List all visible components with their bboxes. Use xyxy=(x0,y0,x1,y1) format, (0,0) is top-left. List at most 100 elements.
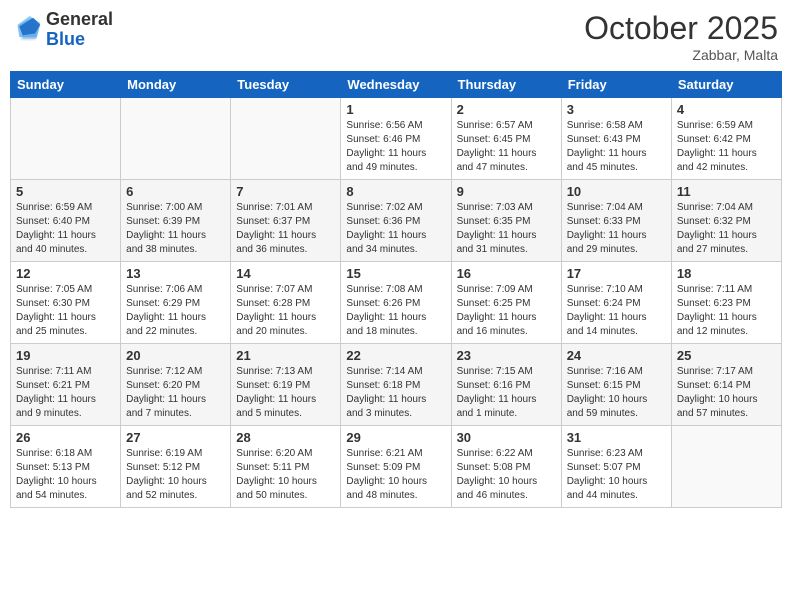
calendar-cell: 21 Sunrise: 7:13 AM Sunset: 6:19 PM Dayli… xyxy=(231,344,341,426)
page-header: General Blue October 2025 Zabbar, Malta xyxy=(10,10,782,63)
calendar-cell: 3Sunrise: 6:58 AM Sunset: 6:43 PM Daylig… xyxy=(561,98,671,180)
calendar-cell: 23 Sunrise: 7:15 AM Sunset: 6:16 PM Dayli… xyxy=(451,344,561,426)
day-number: 5 xyxy=(16,184,115,199)
column-header-thursday: Thursday xyxy=(451,72,561,98)
calendar-cell: 28Sunrise: 6:20 AM Sunset: 5:11 PM Dayli… xyxy=(231,426,341,508)
calendar-week-row: 26Sunrise: 6:18 AM Sunset: 5:13 PM Dayli… xyxy=(11,426,782,508)
calendar-cell: 16 Sunrise: 7:09 AM Sunset: 6:25 PM Dayli… xyxy=(451,262,561,344)
day-info: Sunrise: 7:02 AM Sunset: 6:36 PM Dayligh… xyxy=(346,201,445,257)
column-header-wednesday: Wednesday xyxy=(341,72,451,98)
day-number: 6 xyxy=(126,184,225,199)
day-number: 3 xyxy=(567,102,666,117)
day-number: 24 xyxy=(567,348,666,363)
day-info: Sunrise: 7:09 AM Sunset: 6:25 PM Dayligh… xyxy=(457,283,556,339)
calendar-cell: 19 Sunrise: 7:11 AM Sunset: 6:21 PM Dayli… xyxy=(11,344,121,426)
day-number: 19 xyxy=(16,348,115,363)
title-block: October 2025 Zabbar, Malta xyxy=(584,10,778,63)
day-info: Sunrise: 6:59 AM Sunset: 6:42 PM Dayligh… xyxy=(677,119,776,175)
day-info: Sunrise: 6:23 AM Sunset: 5:07 PM Dayligh… xyxy=(567,447,666,503)
day-number: 8 xyxy=(346,184,445,199)
column-header-friday: Friday xyxy=(561,72,671,98)
day-info: Sunrise: 7:12 AM Sunset: 6:20 PM Dayligh… xyxy=(126,365,225,421)
day-info: Sunrise: 7:13 AM Sunset: 6:19 PM Dayligh… xyxy=(236,365,335,421)
calendar-cell: 10 Sunrise: 7:04 AM Sunset: 6:33 PM Dayli… xyxy=(561,180,671,262)
day-number: 16 xyxy=(457,266,556,281)
day-info: Sunrise: 6:21 AM Sunset: 5:09 PM Dayligh… xyxy=(346,447,445,503)
day-info: Sunrise: 6:20 AM Sunset: 5:11 PM Dayligh… xyxy=(236,447,335,503)
logo: General Blue xyxy=(14,10,113,50)
calendar-week-row: 19 Sunrise: 7:11 AM Sunset: 6:21 PM Dayli… xyxy=(11,344,782,426)
day-number: 13 xyxy=(126,266,225,281)
day-number: 7 xyxy=(236,184,335,199)
column-header-sunday: Sunday xyxy=(11,72,121,98)
day-info: Sunrise: 6:22 AM Sunset: 5:08 PM Dayligh… xyxy=(457,447,556,503)
logo-icon xyxy=(14,16,42,44)
day-number: 14 xyxy=(236,266,335,281)
day-info: Sunrise: 7:14 AM Sunset: 6:18 PM Dayligh… xyxy=(346,365,445,421)
calendar-cell: 25 Sunrise: 7:17 AM Sunset: 6:14 PM Dayli… xyxy=(671,344,781,426)
calendar-cell: 13 Sunrise: 7:06 AM Sunset: 6:29 PM Dayli… xyxy=(121,262,231,344)
calendar-cell xyxy=(231,98,341,180)
day-number: 15 xyxy=(346,266,445,281)
day-number: 29 xyxy=(346,430,445,445)
location-subtitle: Zabbar, Malta xyxy=(584,47,778,63)
day-info: Sunrise: 7:04 AM Sunset: 6:33 PM Dayligh… xyxy=(567,201,666,257)
day-number: 1 xyxy=(346,102,445,117)
day-number: 31 xyxy=(567,430,666,445)
logo-blue: Blue xyxy=(46,29,85,49)
calendar-cell: 31 Sunrise: 6:23 AM Sunset: 5:07 PM Dayli… xyxy=(561,426,671,508)
day-number: 25 xyxy=(677,348,776,363)
day-info: Sunrise: 7:08 AM Sunset: 6:26 PM Dayligh… xyxy=(346,283,445,339)
day-info: Sunrise: 6:56 AM Sunset: 6:46 PM Dayligh… xyxy=(346,119,445,175)
calendar-cell: 7 Sunrise: 7:01 AM Sunset: 6:37 PM Daylig… xyxy=(231,180,341,262)
day-info: Sunrise: 7:15 AM Sunset: 6:16 PM Dayligh… xyxy=(457,365,556,421)
day-number: 17 xyxy=(567,266,666,281)
day-number: 26 xyxy=(16,430,115,445)
day-number: 23 xyxy=(457,348,556,363)
calendar-cell: 27 Sunrise: 6:19 AM Sunset: 5:12 PM Dayli… xyxy=(121,426,231,508)
day-info: Sunrise: 7:06 AM Sunset: 6:29 PM Dayligh… xyxy=(126,283,225,339)
calendar-cell: 9Sunrise: 7:03 AM Sunset: 6:35 PM Daylig… xyxy=(451,180,561,262)
calendar-cell: 4 Sunrise: 6:59 AM Sunset: 6:42 PM Daylig… xyxy=(671,98,781,180)
day-number: 21 xyxy=(236,348,335,363)
day-number: 12 xyxy=(16,266,115,281)
day-number: 27 xyxy=(126,430,225,445)
calendar-cell: 26Sunrise: 6:18 AM Sunset: 5:13 PM Dayli… xyxy=(11,426,121,508)
day-number: 10 xyxy=(567,184,666,199)
calendar-cell: 18Sunrise: 7:11 AM Sunset: 6:23 PM Dayli… xyxy=(671,262,781,344)
day-info: Sunrise: 7:11 AM Sunset: 6:23 PM Dayligh… xyxy=(677,283,776,339)
month-title: October 2025 xyxy=(584,10,778,47)
calendar-cell: 6Sunrise: 7:00 AM Sunset: 6:39 PM Daylig… xyxy=(121,180,231,262)
day-number: 11 xyxy=(677,184,776,199)
logo-general: General xyxy=(46,9,113,29)
calendar-cell: 15 Sunrise: 7:08 AM Sunset: 6:26 PM Dayli… xyxy=(341,262,451,344)
calendar-cell: 22Sunrise: 7:14 AM Sunset: 6:18 PM Dayli… xyxy=(341,344,451,426)
calendar-cell: 5 Sunrise: 6:59 AM Sunset: 6:40 PM Daylig… xyxy=(11,180,121,262)
calendar-cell: 2Sunrise: 6:57 AM Sunset: 6:45 PM Daylig… xyxy=(451,98,561,180)
day-info: Sunrise: 7:07 AM Sunset: 6:28 PM Dayligh… xyxy=(236,283,335,339)
calendar-cell: 14 Sunrise: 7:07 AM Sunset: 6:28 PM Dayli… xyxy=(231,262,341,344)
day-info: Sunrise: 6:59 AM Sunset: 6:40 PM Dayligh… xyxy=(16,201,115,257)
day-info: Sunrise: 7:17 AM Sunset: 6:14 PM Dayligh… xyxy=(677,365,776,421)
day-info: Sunrise: 7:03 AM Sunset: 6:35 PM Dayligh… xyxy=(457,201,556,257)
calendar-week-row: 1 Sunrise: 6:56 AM Sunset: 6:46 PM Daylig… xyxy=(11,98,782,180)
calendar-cell: 17Sunrise: 7:10 AM Sunset: 6:24 PM Dayli… xyxy=(561,262,671,344)
calendar-cell xyxy=(671,426,781,508)
column-header-monday: Monday xyxy=(121,72,231,98)
calendar-cell: 24Sunrise: 7:16 AM Sunset: 6:15 PM Dayli… xyxy=(561,344,671,426)
day-number: 30 xyxy=(457,430,556,445)
day-info: Sunrise: 6:19 AM Sunset: 5:12 PM Dayligh… xyxy=(126,447,225,503)
calendar-cell: 1 Sunrise: 6:56 AM Sunset: 6:46 PM Daylig… xyxy=(341,98,451,180)
calendar-cell: 12Sunrise: 7:05 AM Sunset: 6:30 PM Dayli… xyxy=(11,262,121,344)
day-info: Sunrise: 6:57 AM Sunset: 6:45 PM Dayligh… xyxy=(457,119,556,175)
calendar-header-row: SundayMondayTuesdayWednesdayThursdayFrid… xyxy=(11,72,782,98)
column-header-saturday: Saturday xyxy=(671,72,781,98)
logo-text: General Blue xyxy=(46,10,113,50)
day-number: 4 xyxy=(677,102,776,117)
calendar-cell: 30 Sunrise: 6:22 AM Sunset: 5:08 PM Dayli… xyxy=(451,426,561,508)
calendar-cell: 29 Sunrise: 6:21 AM Sunset: 5:09 PM Dayli… xyxy=(341,426,451,508)
day-info: Sunrise: 7:01 AM Sunset: 6:37 PM Dayligh… xyxy=(236,201,335,257)
column-header-tuesday: Tuesday xyxy=(231,72,341,98)
day-info: Sunrise: 7:11 AM Sunset: 6:21 PM Dayligh… xyxy=(16,365,115,421)
calendar-week-row: 5 Sunrise: 6:59 AM Sunset: 6:40 PM Daylig… xyxy=(11,180,782,262)
